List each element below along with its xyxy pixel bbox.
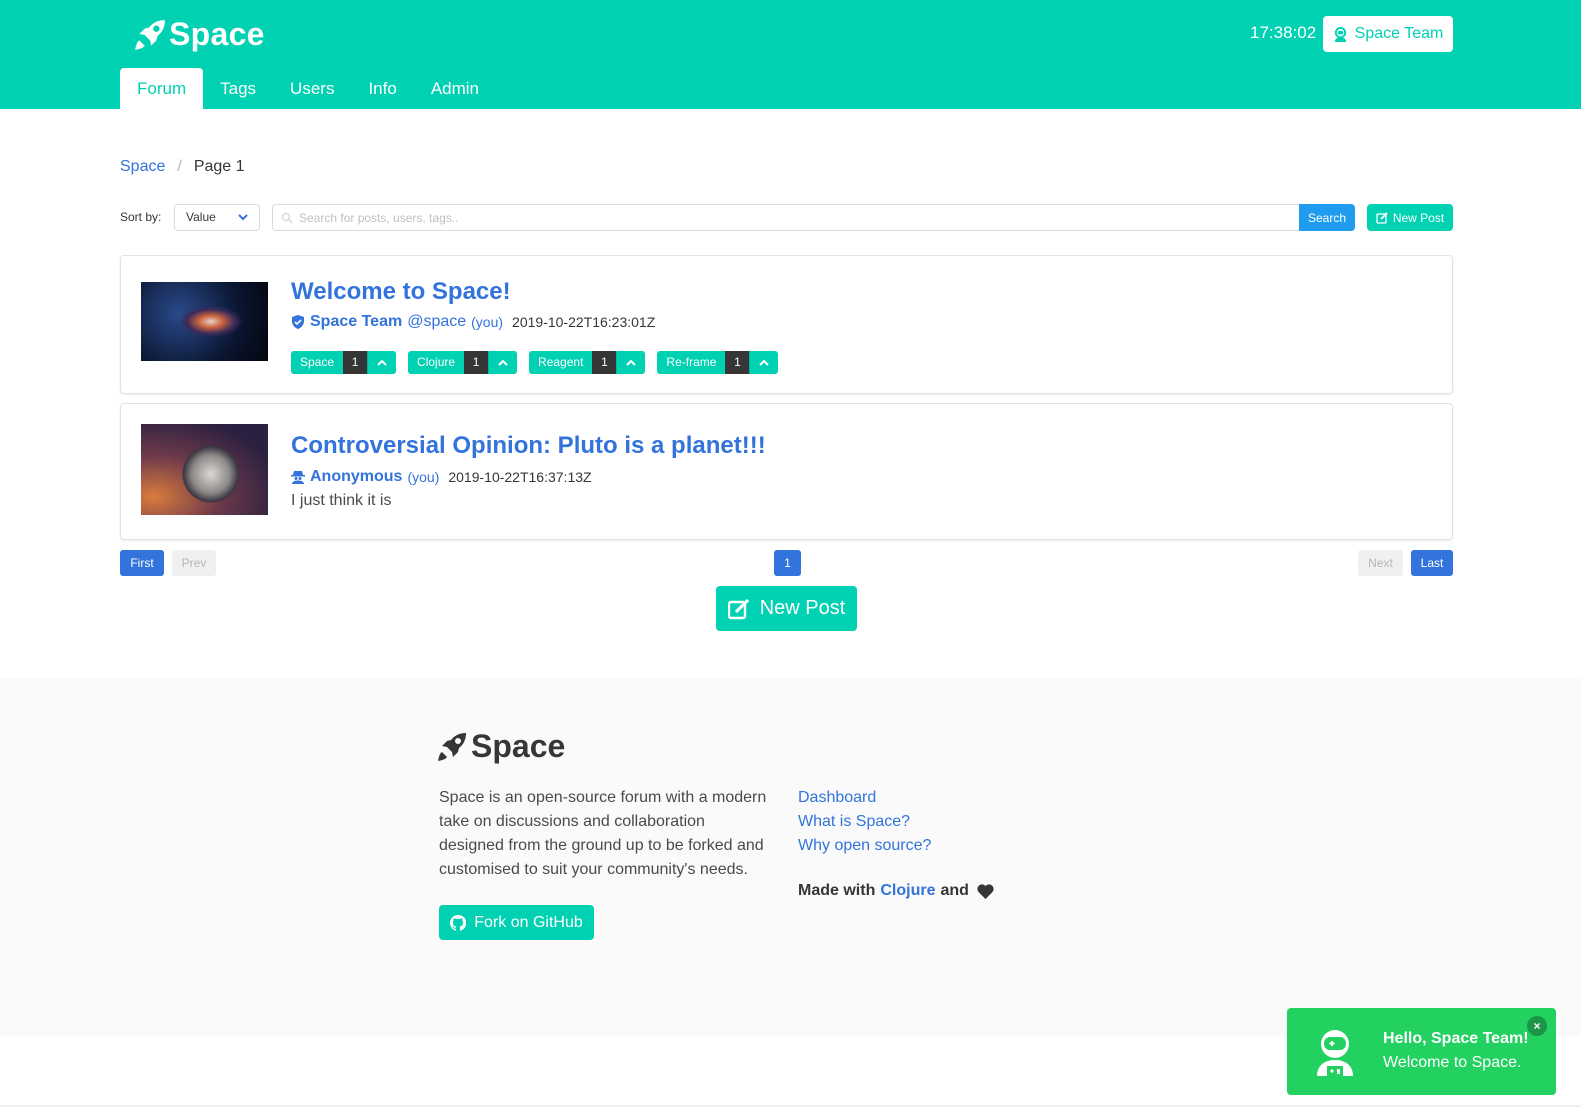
rocket-icon bbox=[135, 19, 165, 50]
search-input[interactable]: Search for posts, users, tags.. bbox=[272, 204, 1300, 231]
tag-upvote-button[interactable] bbox=[749, 351, 779, 374]
user-menu-label: Space Team bbox=[1354, 25, 1444, 42]
post-author-link[interactable]: Space Team bbox=[310, 313, 402, 331]
tag-upvote-button[interactable] bbox=[488, 351, 518, 374]
pagination-page[interactable]: 1 bbox=[774, 550, 801, 576]
new-post-button-small[interactable]: New Post bbox=[1367, 204, 1453, 231]
tag-upvote-button[interactable] bbox=[616, 351, 646, 374]
github-icon bbox=[450, 914, 467, 931]
post-thumbnail[interactable] bbox=[141, 424, 268, 515]
tag-vote-count: 1 bbox=[725, 351, 750, 374]
sort-select-value: Value bbox=[186, 210, 216, 224]
fork-on-github-button[interactable]: Fork on GitHub bbox=[439, 905, 594, 940]
post-tags: Space 1 Clojure 1 Reagent 1 Re-frame 1 bbox=[291, 351, 779, 374]
tag-chip: Space 1 bbox=[291, 351, 397, 374]
footer-link-dashboard[interactable]: Dashboard bbox=[798, 786, 931, 810]
post-meta: Space Team @space (you) 2019-10-22T16:23… bbox=[291, 313, 655, 331]
tab-tags[interactable]: Tags bbox=[203, 68, 273, 109]
tab-admin[interactable]: Admin bbox=[414, 68, 496, 109]
breadcrumb-root-link[interactable]: Space bbox=[120, 158, 165, 176]
made-with-line: Made with Clojure and bbox=[798, 882, 994, 900]
tab-forum[interactable]: Forum bbox=[120, 68, 204, 109]
chevron-up-icon bbox=[626, 359, 637, 366]
you-marker: (you) bbox=[471, 314, 504, 330]
tag-name[interactable]: Reagent bbox=[529, 351, 593, 374]
sort-label: Sort by: bbox=[120, 210, 162, 224]
breadcrumb: Space / Page 1 bbox=[120, 158, 245, 176]
footer-links: Dashboard What is Space? Why open source… bbox=[798, 786, 931, 858]
tag-chip: Re-frame 1 bbox=[657, 351, 779, 374]
page-bottom-divider bbox=[0, 1105, 1581, 1107]
post-meta: Anonymous (you) 2019-10-22T16:37:13Z bbox=[291, 468, 592, 486]
clock: 17:38:02 bbox=[1250, 23, 1317, 42]
breadcrumb-separator: / bbox=[177, 158, 182, 175]
edit-icon bbox=[727, 598, 749, 619]
chevron-up-icon bbox=[498, 359, 508, 366]
brand-name: Space bbox=[169, 16, 265, 52]
footer: Space Space is an open-source forum with… bbox=[0, 678, 1581, 1036]
edit-icon bbox=[1376, 211, 1388, 224]
post-title-link[interactable]: Welcome to Space! bbox=[291, 278, 511, 306]
tab-info[interactable]: Info bbox=[351, 68, 413, 109]
footer-description: Space is an open-source forum with a mod… bbox=[439, 789, 767, 878]
brand-logo[interactable]: Space bbox=[133, 16, 265, 53]
user-astronaut-icon bbox=[1334, 26, 1346, 42]
tag-name[interactable]: Re-frame bbox=[657, 351, 726, 374]
footer-brand-logo: Space bbox=[436, 728, 565, 765]
main-tabs: Forum Tags Users Info Admin bbox=[120, 68, 496, 109]
tab-users[interactable]: Users bbox=[273, 68, 351, 109]
chevron-up-icon bbox=[377, 359, 387, 366]
notification-message: Welcome to Space. bbox=[1383, 1054, 1522, 1071]
sort-select[interactable]: Value bbox=[174, 204, 260, 231]
you-marker: (you) bbox=[407, 469, 440, 485]
new-post-label: New Post bbox=[1392, 210, 1445, 225]
github-button-label: Fork on GitHub bbox=[474, 913, 583, 931]
post-card: Controversial Opinion: Pluto is a planet… bbox=[120, 403, 1453, 540]
post-timestamp: 2019-10-22T16:37:13Z bbox=[448, 469, 592, 485]
new-post-large-label: New Post bbox=[759, 597, 846, 619]
tag-chip: Clojure 1 bbox=[408, 351, 518, 374]
notification-title: Hello, Space Team! bbox=[1383, 1030, 1529, 1047]
verified-shield-icon bbox=[292, 315, 304, 329]
post-card: Welcome to Space! Space Team @space (you… bbox=[120, 255, 1453, 394]
user-secret-icon bbox=[291, 471, 305, 484]
pagination-first[interactable]: First bbox=[120, 550, 164, 576]
made-with-text: Made with bbox=[798, 882, 876, 899]
post-title-link[interactable]: Controversial Opinion: Pluto is a planet… bbox=[291, 432, 766, 460]
footer-brand-name: Space bbox=[471, 728, 566, 764]
tag-vote-count: 1 bbox=[343, 351, 368, 374]
made-and-text: and bbox=[940, 882, 969, 899]
post-thumbnail[interactable] bbox=[141, 282, 268, 361]
rocket-icon bbox=[438, 732, 466, 761]
post-excerpt: I just think it is bbox=[291, 492, 392, 509]
clojure-link[interactable]: Clojure bbox=[880, 882, 935, 900]
pagination-prev[interactable]: Prev bbox=[172, 550, 216, 576]
pagination-last[interactable]: Last bbox=[1411, 550, 1453, 576]
new-post-button-large[interactable]: New Post bbox=[716, 586, 857, 631]
pagination-next[interactable]: Next bbox=[1358, 550, 1403, 576]
breadcrumb-current: Page 1 bbox=[193, 158, 245, 175]
tag-vote-count: 1 bbox=[592, 351, 617, 374]
user-astronaut-icon bbox=[1317, 1030, 1353, 1076]
post-author-handle[interactable]: @space bbox=[407, 313, 466, 331]
chevron-up-icon bbox=[759, 359, 770, 366]
chevron-down-icon bbox=[238, 214, 248, 221]
user-menu-button[interactable]: Space Team bbox=[1323, 16, 1453, 52]
tag-name[interactable]: Space bbox=[291, 351, 344, 374]
welcome-notification: Hello, Space Team! Welcome to Space. × bbox=[1287, 1008, 1556, 1095]
heart-icon bbox=[977, 883, 994, 899]
tag-vote-count: 1 bbox=[464, 351, 489, 374]
tag-upvote-button[interactable] bbox=[367, 351, 397, 374]
footer-link-why-open-source[interactable]: Why open source? bbox=[798, 834, 931, 858]
search-placeholder: Search for posts, users, tags.. bbox=[299, 211, 459, 225]
tag-chip: Reagent 1 bbox=[529, 351, 646, 374]
post-author-link[interactable]: Anonymous bbox=[310, 468, 402, 486]
close-icon[interactable]: × bbox=[1527, 1016, 1547, 1036]
footer-link-what-is-space[interactable]: What is Space? bbox=[798, 810, 931, 834]
post-timestamp: 2019-10-22T16:23:01Z bbox=[512, 314, 656, 330]
tag-name[interactable]: Clojure bbox=[408, 351, 465, 374]
top-navbar: Space 17:38:02 Space Team Forum Tags Use… bbox=[0, 0, 1581, 109]
search-icon bbox=[281, 212, 293, 224]
search-button[interactable]: Search bbox=[1299, 204, 1355, 231]
